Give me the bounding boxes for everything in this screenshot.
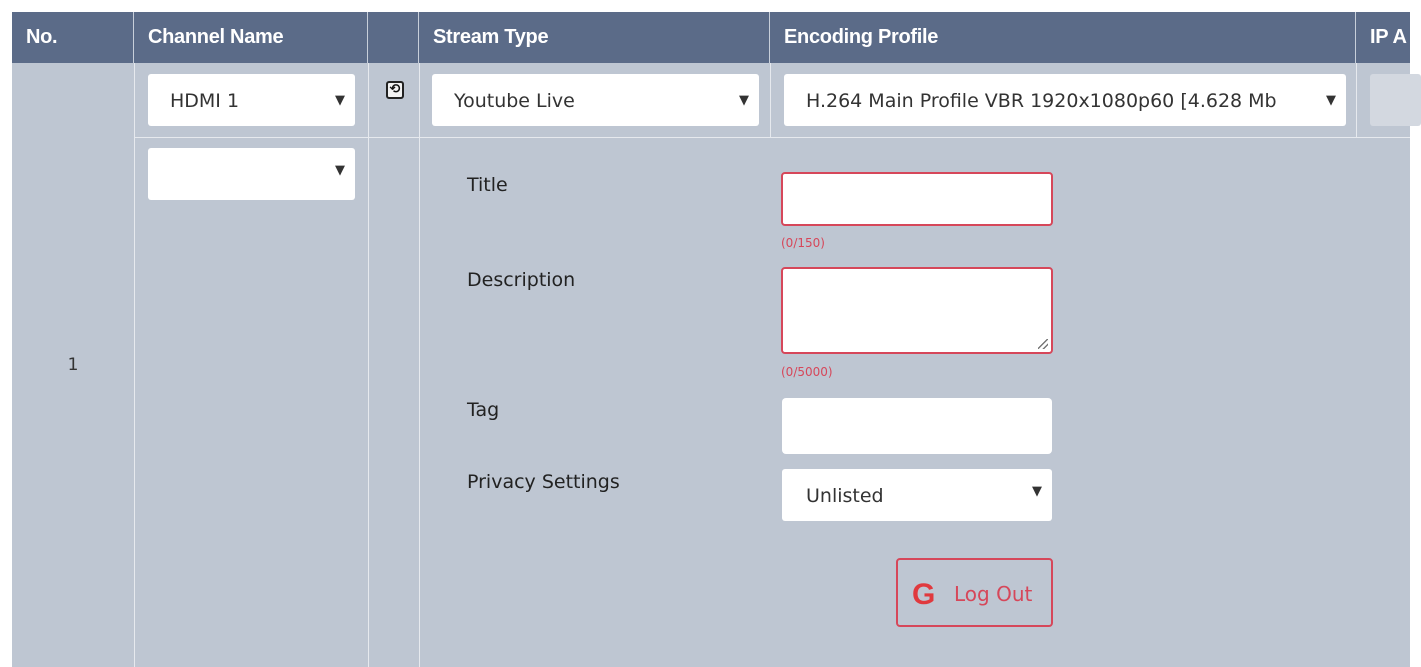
stream-type-select[interactable]: Youtube Live ▼ [432,74,759,126]
header-channel-name: Channel Name [134,12,368,63]
header-encoding-profile: Encoding Profile [770,12,1356,63]
google-icon: G [912,578,936,611]
header-stream-type: Stream Type [419,12,770,63]
logout-button[interactable]: G Log Out [896,558,1053,627]
column-divider [419,63,420,667]
encoding-profile-value: H.264 Main Profile VBR 1920x1080p60 [4.6… [806,90,1277,112]
chevron-down-icon: ▼ [739,93,749,108]
chevron-down-icon: ▼ [1326,93,1336,108]
column-divider [368,63,369,667]
header-blank [368,12,419,63]
description-label: Description [467,269,576,291]
header-ip: IP A [1370,26,1407,48]
ip-address-field[interactable] [1370,74,1421,126]
description-textarea[interactable] [781,267,1053,354]
tag-label: Tag [467,399,500,421]
channel-select-value: HDMI 1 [170,90,240,112]
column-divider [134,63,135,667]
title-counter: (0/150) [781,236,825,250]
stream-type-value: Youtube Live [454,90,575,112]
row-number: 1 [67,355,79,375]
privacy-settings-label: Privacy Settings [467,471,620,493]
chevron-down-icon: ▼ [335,93,345,108]
column-divider [1356,63,1357,137]
header-no: No. [12,12,134,63]
channel-select[interactable]: HDMI 1 ▼ [148,74,355,126]
title-input[interactable] [781,172,1053,226]
row-divider [134,137,1410,138]
chevron-down-icon: ▼ [1032,484,1042,499]
resize-grip-icon[interactable] [1038,339,1048,349]
privacy-settings-select[interactable]: Unlisted ▼ [782,469,1052,521]
privacy-settings-value: Unlisted [806,485,884,507]
logout-label: Log Out [954,582,1033,606]
channel-secondary-select[interactable]: ▼ [148,148,355,200]
table-header: No. Channel Name Stream Type Encoding Pr… [12,12,1410,63]
encoding-profile-select[interactable]: H.264 Main Profile VBR 1920x1080p60 [4.6… [784,74,1346,126]
column-divider [770,63,771,137]
title-label: Title [467,174,508,196]
chevron-down-icon: ▼ [335,163,345,178]
description-counter: (0/5000) [781,365,833,379]
refresh-icon[interactable]: ⟲ [386,81,404,99]
tag-input[interactable] [782,398,1052,454]
